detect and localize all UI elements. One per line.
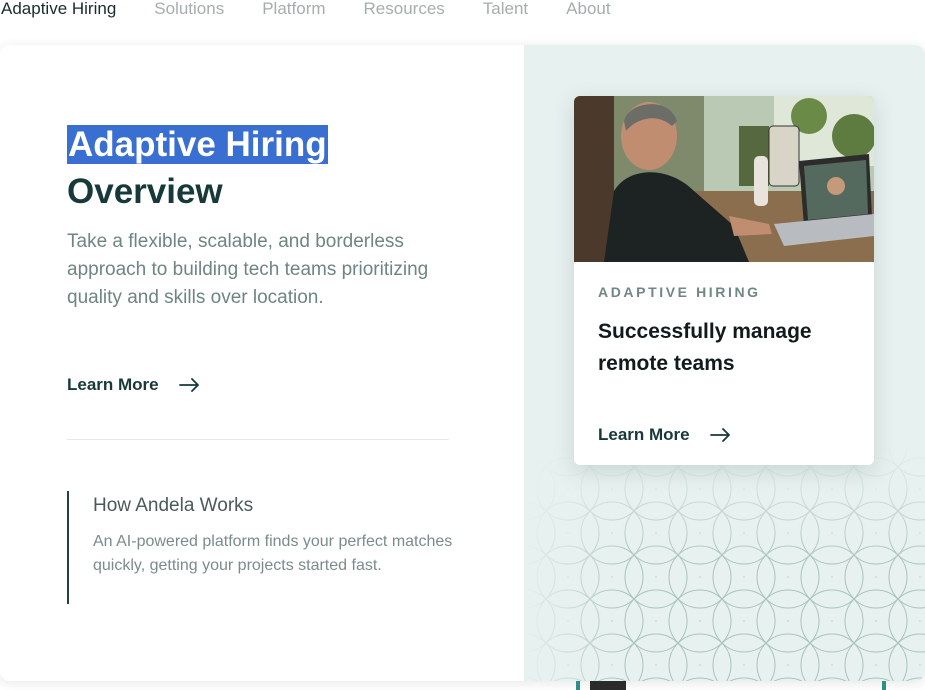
nav-item-about[interactable]: About (566, 0, 610, 18)
background-content-strip (576, 681, 886, 690)
card-learn-more-label: Learn More (598, 425, 690, 444)
arrow-right-icon (178, 378, 199, 392)
feature-card[interactable]: ADAPTIVE HIRING Successfully manage remo… (574, 96, 874, 465)
title-highlight: Adaptive Hiring (67, 125, 328, 164)
learn-more-label: Learn More (67, 375, 159, 394)
nav-item-resources[interactable]: Resources (364, 0, 445, 18)
nav-item-talent[interactable]: Talent (483, 0, 528, 18)
nav-item-solutions[interactable]: Solutions (154, 0, 224, 18)
overview-column: Adaptive Hiring Overview Take a flexible… (0, 45, 524, 681)
card-photo (574, 96, 874, 262)
overview-description: Take a flexible, scalable, and borderles… (67, 231, 429, 308)
nav-item-platform[interactable]: Platform (262, 0, 325, 18)
card-eyebrow: ADAPTIVE HIRING (598, 284, 761, 300)
featured-column: ADAPTIVE HIRING Successfully manage remo… (524, 45, 925, 681)
mega-menu-panel: Adaptive Hiring Overview Take a flexible… (0, 45, 925, 681)
arrow-right-icon (709, 428, 730, 442)
how-andela-works[interactable]: How Andela Works An AI-powered platform … (67, 491, 467, 604)
how-title: How Andela Works (93, 495, 254, 516)
page-title: Adaptive Hiring Overview (67, 121, 328, 215)
learn-more-link[interactable]: Learn More (67, 375, 201, 395)
divider (67, 439, 449, 440)
card-title: Successfully manage remote teams (598, 320, 812, 375)
circle-pattern-decoration (524, 445, 925, 681)
title-rest: Overview (67, 172, 223, 211)
card-learn-more-link[interactable]: Learn More (598, 425, 732, 445)
how-text: An AI-powered platform finds your perfec… (93, 533, 453, 574)
nav-item-adaptive-hiring[interactable]: Adaptive Hiring (1, 0, 116, 18)
top-nav: Adaptive Hiring Solutions Platform Resou… (0, 0, 925, 22)
